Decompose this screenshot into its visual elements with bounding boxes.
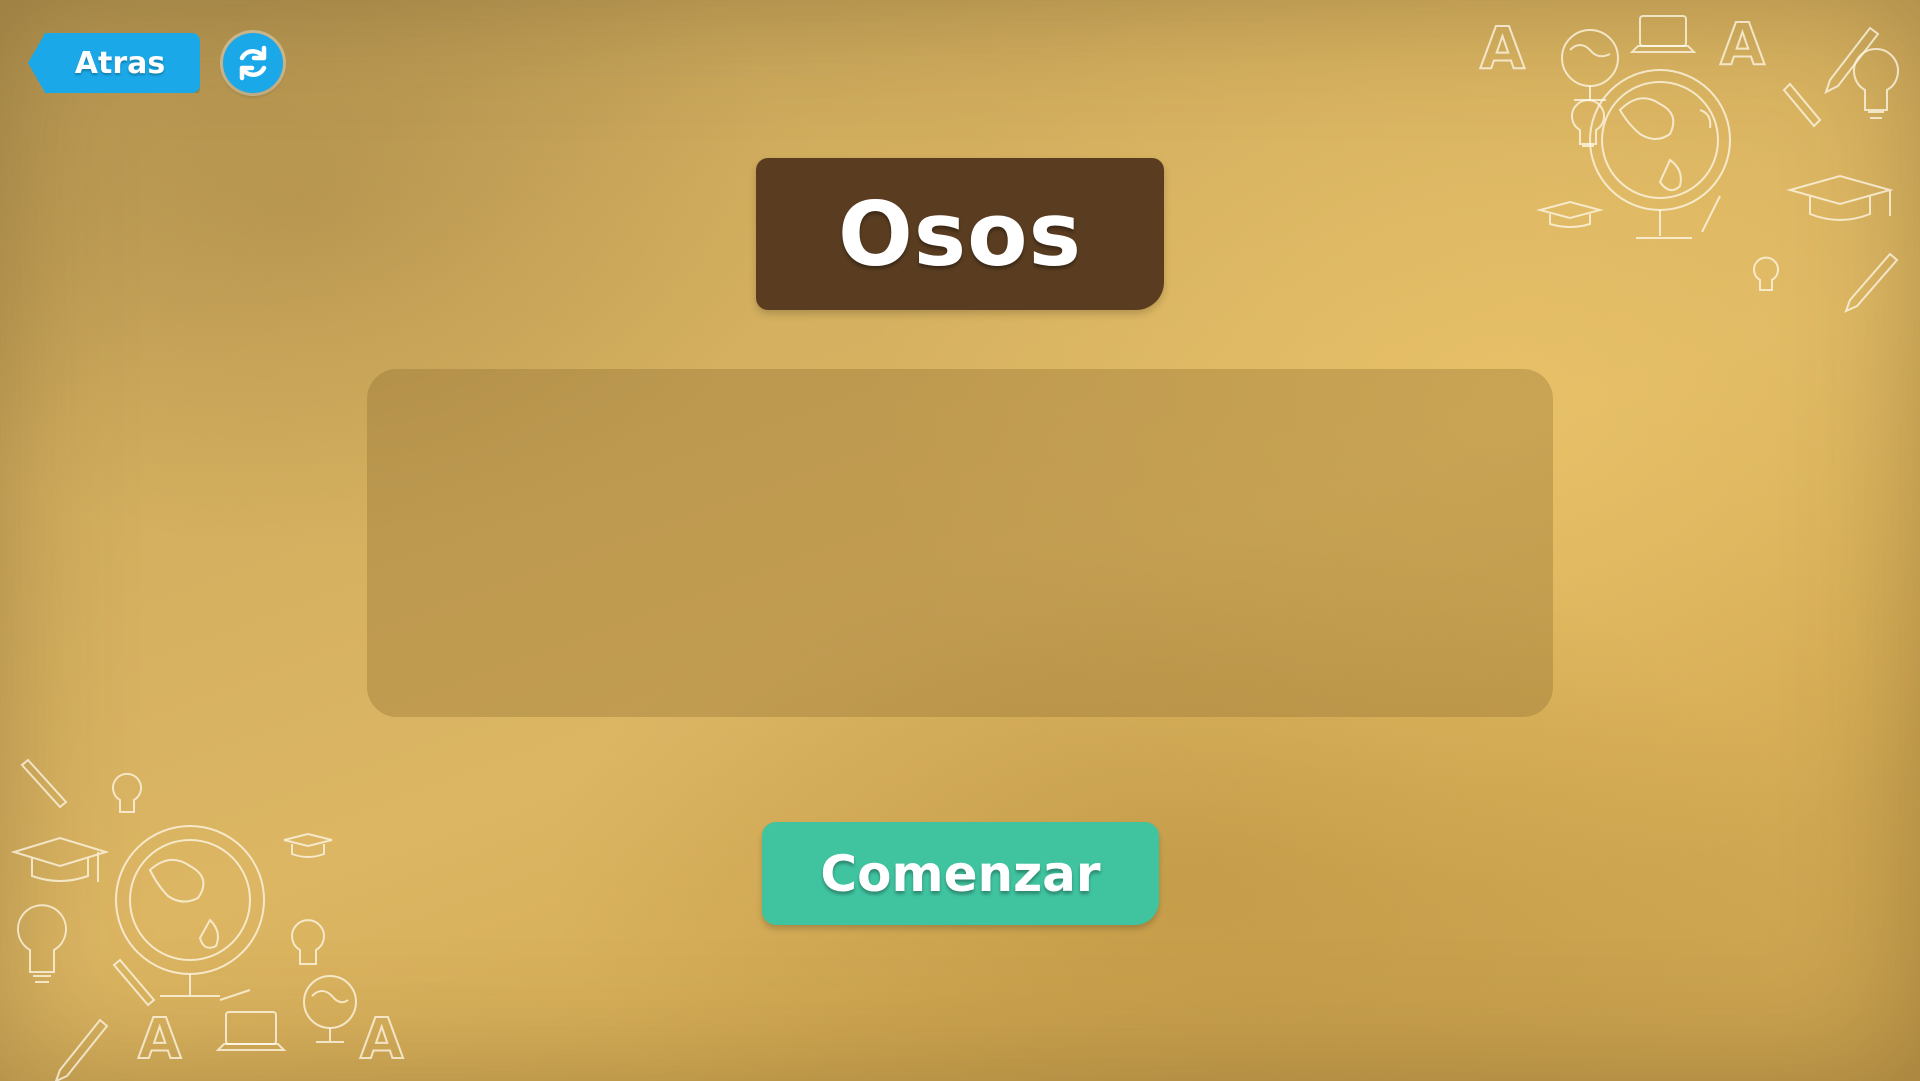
letter-a-doodle: A xyxy=(138,1007,182,1072)
page-title: Osos xyxy=(837,182,1083,286)
back-button-label: Atras xyxy=(74,45,166,81)
back-button[interactable]: Atras xyxy=(28,33,200,93)
refresh-icon xyxy=(239,45,267,81)
start-button[interactable]: Comenzar xyxy=(762,822,1159,925)
letter-a-doodle: A xyxy=(1480,14,1525,82)
letter-a-doodle: A xyxy=(360,1007,404,1072)
start-button-label: Comenzar xyxy=(820,844,1101,903)
school-doodles-top-right: A A xyxy=(1479,9,1899,313)
school-doodles-bottom-left: A A xyxy=(10,758,405,1081)
content-panel xyxy=(367,369,1553,717)
refresh-button[interactable] xyxy=(223,33,283,93)
title-banner: Osos xyxy=(756,158,1164,310)
letter-a-doodle: A xyxy=(1720,10,1765,78)
